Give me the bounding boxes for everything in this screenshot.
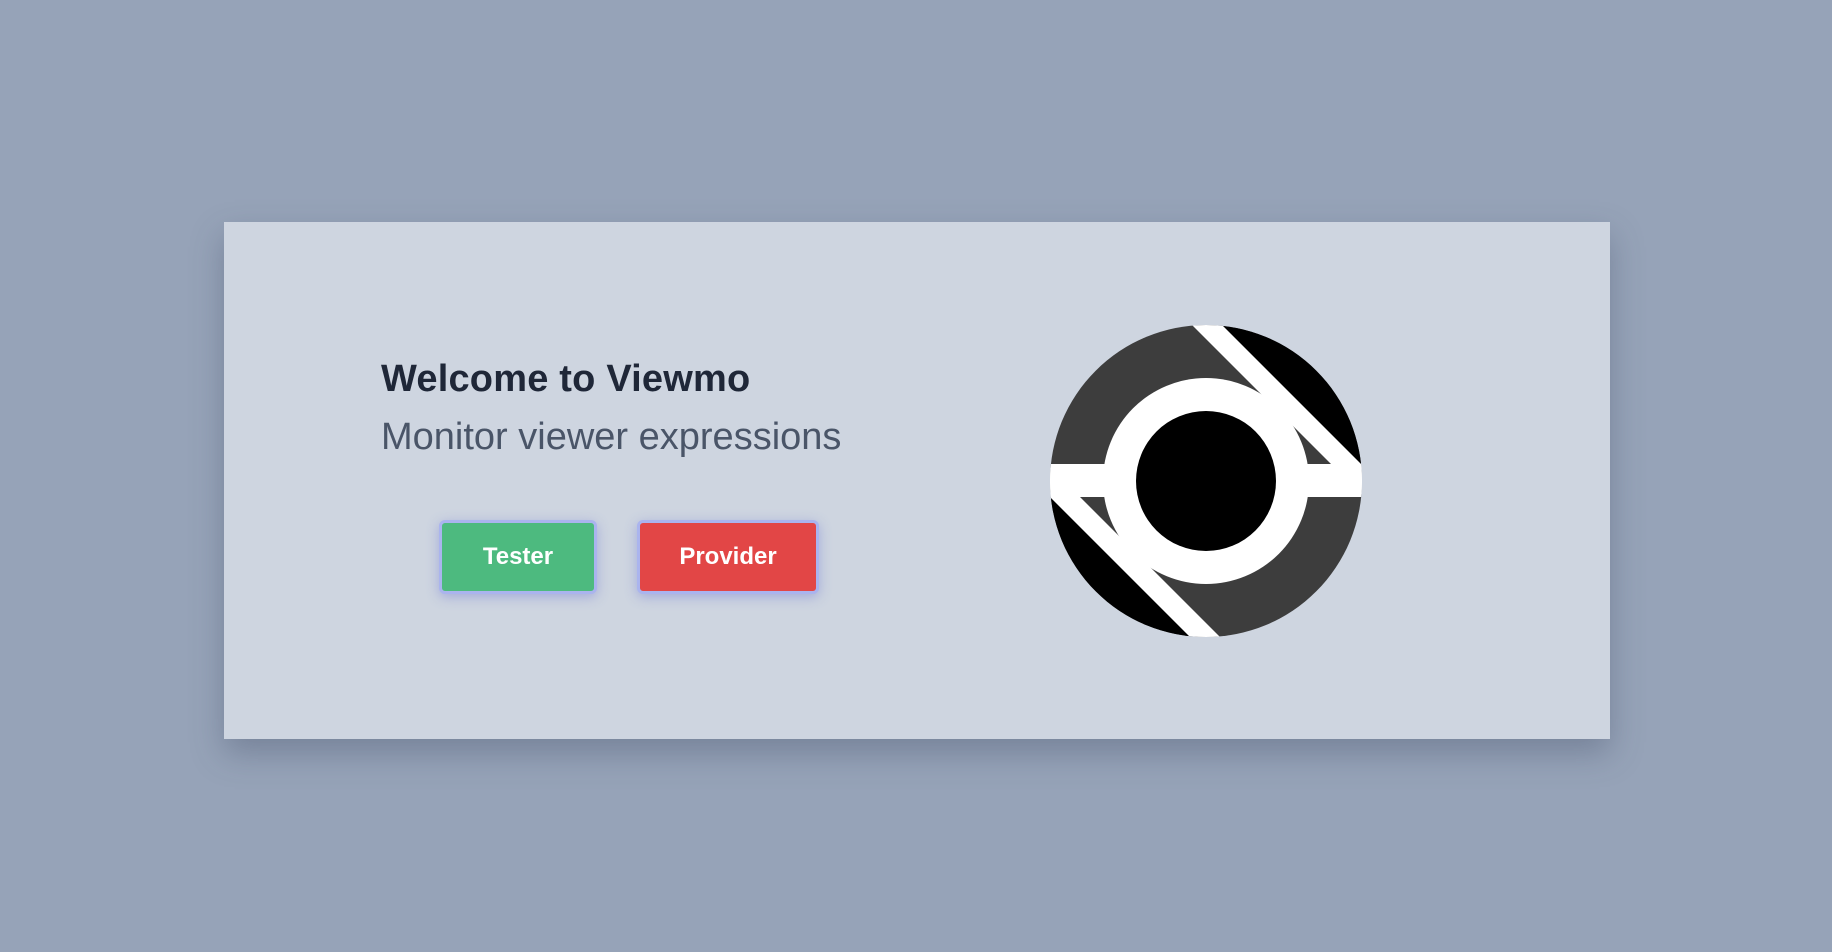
viewmo-logo-icon: [1050, 325, 1362, 637]
page-title: Welcome to Viewmo: [381, 358, 751, 400]
provider-button[interactable]: Provider: [637, 520, 819, 594]
tester-button[interactable]: Tester: [439, 520, 597, 594]
page-subtitle: Monitor viewer expressions: [381, 416, 842, 458]
page: Welcome to Viewmo Monitor viewer express…: [0, 0, 1832, 952]
welcome-card: Welcome to Viewmo Monitor viewer express…: [224, 222, 1610, 739]
